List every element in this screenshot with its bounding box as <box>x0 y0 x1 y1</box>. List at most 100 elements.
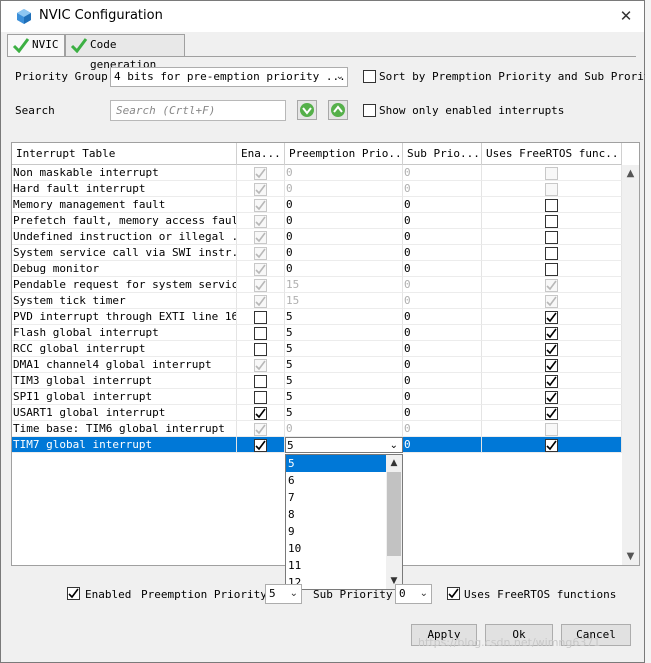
preemption-priority-cell[interactable]: 0 <box>285 181 403 197</box>
tab-nvic[interactable]: NVIC <box>7 34 65 57</box>
tab-code-generation[interactable]: Code generation <box>65 34 185 71</box>
uses-freertos-checkbox[interactable] <box>545 391 558 404</box>
table-row[interactable]: Time base: TIM6 global interrupt 0 0 <box>12 421 622 437</box>
priority-group-select[interactable]: 4 bits for pre-emption priority ... ⌄ <box>110 67 348 87</box>
preemption-priority-dropdown-list[interactable]: 5 6 7 8 9 10 11 12 ▲ ▼ <box>285 454 403 590</box>
enabled-checkbox[interactable] <box>254 343 267 356</box>
sub-priority-cell[interactable]: 0 <box>403 421 482 437</box>
table-row[interactable]: Pendable request for system service 15 0 <box>12 277 622 293</box>
preemption-priority-cell[interactable]: 0 <box>285 245 403 261</box>
preemption-priority-cell[interactable]: 5 <box>285 309 403 325</box>
table-row[interactable]: SPI1 global interrupt 5 0 <box>12 389 622 405</box>
uses-freertos-checkbox[interactable] <box>447 587 460 600</box>
preemption-priority-cell[interactable]: 5 <box>285 325 403 341</box>
search-input[interactable]: Search (Crtl+F) <box>110 100 286 121</box>
sub-priority-cell[interactable]: 0 <box>403 325 482 341</box>
column-enabled[interactable]: Ena... <box>237 143 285 165</box>
table-row[interactable]: TIM7 global interrupt 5 ⌄ 0 <box>12 437 622 453</box>
sub-priority-cell[interactable]: 0 <box>403 341 482 357</box>
enabled-checkbox[interactable] <box>254 391 267 404</box>
preemption-priority-cell[interactable]: 0 <box>285 165 403 181</box>
table-scrollbar[interactable]: ▲ ▼ <box>622 165 639 565</box>
dropdown-option[interactable]: 8 <box>286 506 386 523</box>
table-row[interactable]: Non maskable interrupt 0 0 <box>12 165 622 181</box>
sub-priority-cell[interactable]: 0 <box>403 229 482 245</box>
show-enabled-checkbox[interactable] <box>363 104 376 117</box>
uses-freertos-checkbox[interactable] <box>545 343 558 356</box>
sub-priority-cell[interactable]: 0 <box>403 165 482 181</box>
sub-priority-cell[interactable]: 0 <box>403 277 482 293</box>
preemption-priority-cell[interactable]: 5 <box>285 405 403 421</box>
enabled-checkbox[interactable] <box>254 375 267 388</box>
table-row[interactable]: DMA1 channel4 global interrupt 5 0 <box>12 357 622 373</box>
sub-priority-cell[interactable]: 0 <box>403 437 482 453</box>
sub-priority-cell[interactable]: 0 <box>403 197 482 213</box>
table-row[interactable]: RCC global interrupt 5 0 <box>12 341 622 357</box>
sub-priority-cell[interactable]: 0 <box>403 261 482 277</box>
preemption-priority-cell[interactable]: 15 <box>285 293 403 309</box>
uses-freertos-checkbox[interactable] <box>545 263 558 276</box>
uses-freertos-checkbox[interactable] <box>545 231 558 244</box>
sort-by-priority-checkbox[interactable] <box>363 70 376 83</box>
uses-freertos-checkbox[interactable] <box>545 375 558 388</box>
table-row[interactable]: System service call via SWI instr... 0 0 <box>12 245 622 261</box>
search-previous-button[interactable] <box>328 100 348 120</box>
uses-freertos-checkbox[interactable] <box>545 327 558 340</box>
sub-priority-cell[interactable]: 0 <box>403 389 482 405</box>
sub-priority-cell[interactable]: 0 <box>403 293 482 309</box>
column-sub-priority[interactable]: Sub Prio... <box>403 143 482 165</box>
sub-priority-cell[interactable]: 0 <box>403 405 482 421</box>
enabled-checkbox[interactable] <box>254 327 267 340</box>
preemption-priority-cell[interactable]: 0 <box>285 421 403 437</box>
enabled-checkbox[interactable] <box>254 311 267 324</box>
dropdown-option[interactable]: 9 <box>286 523 386 540</box>
preemption-priority-cell[interactable]: 5 ⌄ <box>285 437 403 453</box>
table-row[interactable]: USART1 global interrupt 5 0 <box>12 405 622 421</box>
preemption-priority-cell[interactable]: 15 <box>285 277 403 293</box>
close-button[interactable]: ✕ <box>616 6 636 26</box>
uses-freertos-checkbox[interactable] <box>545 247 558 260</box>
enabled-checkbox[interactable] <box>67 587 80 600</box>
table-row[interactable]: PVD interrupt through EXTI line 16 5 0 <box>12 309 622 325</box>
preemption-priority-cell[interactable]: 0 <box>285 197 403 213</box>
preemption-priority-cell[interactable]: 0 <box>285 229 403 245</box>
search-next-button[interactable] <box>297 100 317 120</box>
column-uses-freertos[interactable]: Uses FreeRTOS func... <box>482 143 622 165</box>
dropdown-scroll-thumb[interactable] <box>387 472 401 556</box>
uses-freertos-checkbox[interactable] <box>545 439 558 452</box>
table-row[interactable]: Flash global interrupt 5 0 <box>12 325 622 341</box>
preemption-priority-cell[interactable]: 5 <box>285 357 403 373</box>
uses-freertos-checkbox[interactable] <box>545 407 558 420</box>
table-row[interactable]: Hard fault interrupt 0 0 <box>12 181 622 197</box>
sub-priority-select[interactable]: 0 ⌄ <box>395 584 432 604</box>
preemption-priority-cell[interactable]: 0 <box>285 213 403 229</box>
table-row[interactable]: System tick timer 15 0 <box>12 293 622 309</box>
uses-freertos-checkbox[interactable] <box>545 311 558 324</box>
table-row[interactable]: Undefined instruction or illegal ... 0 0 <box>12 229 622 245</box>
dropdown-option[interactable]: 7 <box>286 489 386 506</box>
column-interrupt-table[interactable]: Interrupt Table <box>12 143 237 165</box>
sub-priority-cell[interactable]: 0 <box>403 357 482 373</box>
table-row[interactable]: Debug monitor 0 0 <box>12 261 622 277</box>
table-row[interactable]: Memory management fault 0 0 <box>12 197 622 213</box>
uses-freertos-checkbox[interactable] <box>545 215 558 228</box>
preemption-priority-cell[interactable]: 5 <box>285 389 403 405</box>
enabled-checkbox[interactable] <box>254 407 267 420</box>
preemption-priority-cell[interactable]: 0 <box>285 261 403 277</box>
preemption-priority-cell[interactable]: 5 <box>285 341 403 357</box>
sub-priority-cell[interactable]: 0 <box>403 213 482 229</box>
uses-freertos-checkbox[interactable] <box>545 359 558 372</box>
dropdown-scrollbar[interactable]: ▲ ▼ <box>386 455 402 589</box>
dropdown-option[interactable]: 10 <box>286 540 386 557</box>
sub-priority-cell[interactable]: 0 <box>403 245 482 261</box>
uses-freertos-checkbox[interactable] <box>545 199 558 212</box>
sub-priority-cell[interactable]: 0 <box>403 373 482 389</box>
dropdown-option[interactable]: 5 <box>286 455 386 472</box>
table-row[interactable]: TIM3 global interrupt 5 0 <box>12 373 622 389</box>
sub-priority-cell[interactable]: 0 <box>403 309 482 325</box>
preemption-priority-cell[interactable]: 5 <box>285 373 403 389</box>
scroll-up-icon[interactable]: ▲ <box>622 165 639 182</box>
dropdown-option[interactable]: 6 <box>286 472 386 489</box>
dropdown-option[interactable]: 11 <box>286 557 386 574</box>
column-preemption-priority[interactable]: Preemption Prio... <box>285 143 403 165</box>
